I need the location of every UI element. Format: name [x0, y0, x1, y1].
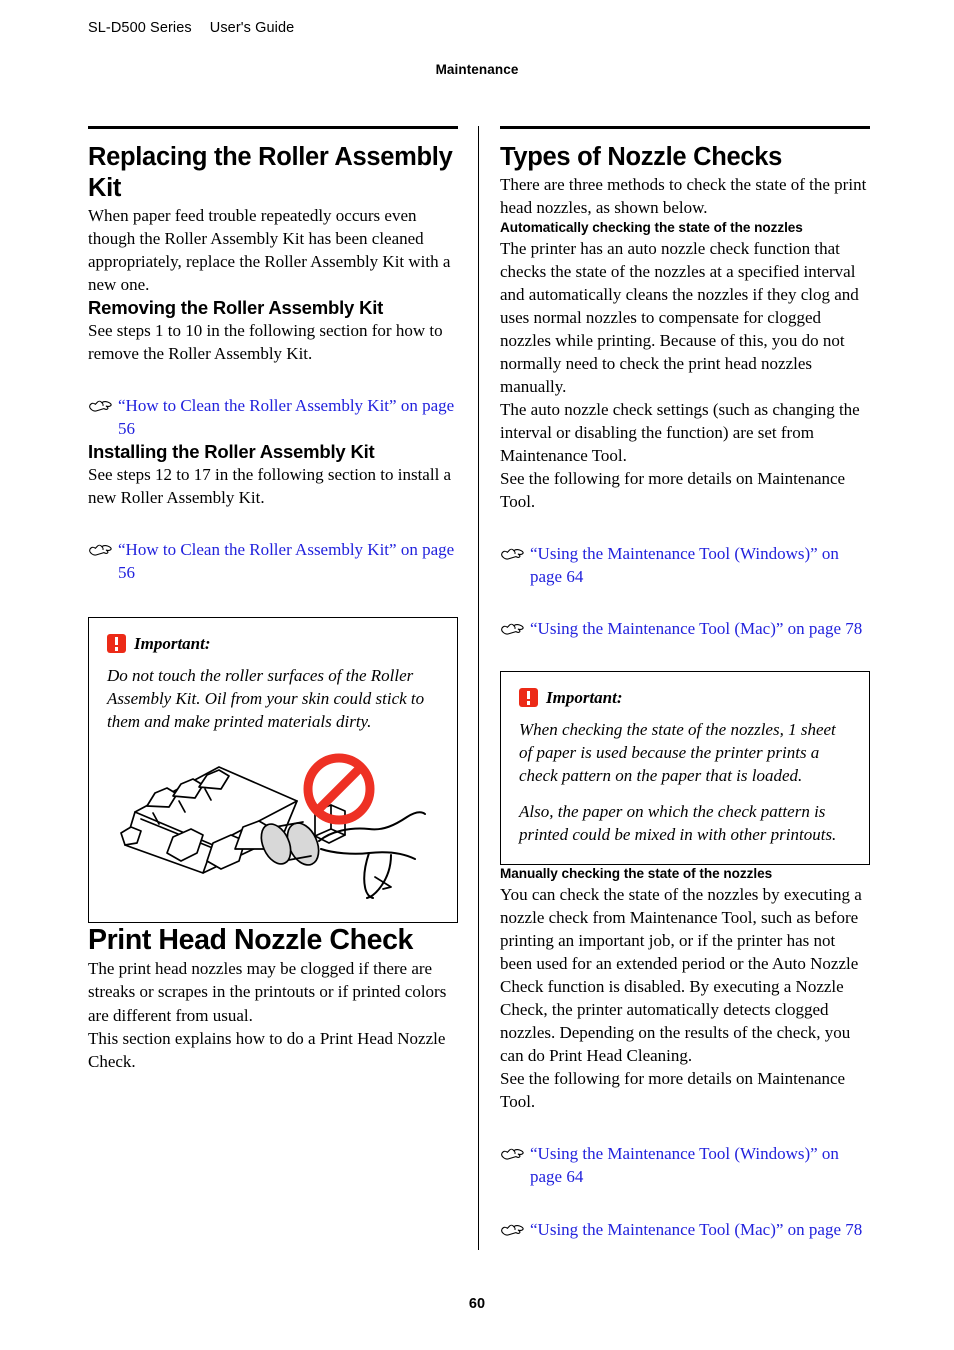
pointing-hand-icon	[500, 620, 525, 637]
guide-name: User's Guide	[209, 20, 295, 36]
important-label: Important:	[134, 633, 211, 653]
heading-print-head-nozzle-check: Print Head Nozzle Check	[88, 923, 413, 956]
heading-automatic-nozzle-check: Automatically checking the state of the …	[500, 219, 803, 235]
important-header: Important:	[107, 634, 439, 654]
xref-link-label: “Using the Maintenance Tool (Windows)” o…	[530, 543, 839, 586]
paragraph-replacing-intro: When paper feed trouble repeatedly occur…	[88, 205, 451, 294]
pointing-hand-icon	[88, 397, 113, 414]
important-paragraph: When checking the state of the nozzles, …	[519, 719, 836, 785]
heading-manual-nozzle-check: Manually checking the state of the nozzl…	[500, 866, 773, 882]
chapter-title: Maintenance	[435, 62, 519, 77]
heading-installing-roller-assembly-kit: Installing the Roller Assembly Kit	[88, 441, 375, 463]
important-paragraph: Do not touch the roller surfaces of the …	[107, 665, 425, 731]
paragraph-nozzle-check-2: This section explains how to do a Print …	[88, 1028, 446, 1071]
paragraph-nozzle-check-1: The print head nozzles may be clogged if…	[88, 959, 447, 1025]
xref-link-clean-roller-kit-1[interactable]: “How to Clean the Roller Assembly Kit” o…	[88, 395, 458, 440]
xref-link-maintenance-tool-windows-2[interactable]: “Using the Maintenance Tool (Windows)” o…	[500, 1143, 870, 1188]
paragraph-automatic-2: The auto nozzle check settings (such as …	[500, 399, 860, 465]
xref-link-label: “Using the Maintenance Tool (Windows)” o…	[530, 1144, 839, 1186]
left-column: Replacing the Roller Assembly Kit When p…	[88, 126, 458, 1246]
pointing-hand-icon	[500, 1221, 525, 1238]
running-header: SL-D500 Series User's Guide	[88, 20, 294, 36]
xref-link-maintenance-tool-mac-2[interactable]: “Using the Maintenance Tool (Mac)” on pa…	[500, 1219, 870, 1242]
xref-link-maintenance-tool-windows-1[interactable]: “Using the Maintenance Tool (Windows)” o…	[500, 543, 870, 588]
paragraph-manual-2: See the following for more details on Ma…	[500, 1069, 846, 1112]
paragraph-installing-body: See steps 12 to 17 in the following sect…	[88, 465, 452, 508]
exclamation-icon	[107, 634, 126, 654]
heading-replacing-roller-assembly-kit: Replacing the Roller Assembly Kit	[88, 126, 458, 204]
xref-link-label: “Using the Maintenance Tool (Mac)” on pa…	[530, 1219, 863, 1239]
important-paragraph: Also, the paper on which the check patte…	[519, 802, 837, 845]
heading-types-of-nozzle-checks: Types of Nozzle Checks	[500, 126, 870, 173]
xref-link-label: “How to Clean the Roller Assembly Kit” o…	[118, 540, 455, 583]
paragraph-types-intro: There are three methods to check the sta…	[500, 174, 867, 217]
xref-link-clean-roller-kit-2[interactable]: “How to Clean the Roller Assembly Kit” o…	[88, 539, 458, 584]
page-body: Replacing the Roller Assembly Kit When p…	[88, 126, 870, 1250]
right-column: Types of Nozzle Checks There are three m…	[500, 126, 870, 1246]
paragraph-automatic-3: See the following for more details on Ma…	[500, 468, 846, 511]
important-label: Important:	[546, 687, 623, 707]
heading-removing-roller-assembly-kit: Removing the Roller Assembly Kit	[88, 296, 384, 318]
exclamation-icon	[519, 688, 538, 708]
figure-do-not-touch-roller	[107, 749, 439, 904]
xref-link-label: “Using the Maintenance Tool (Mac)” on pa…	[530, 619, 863, 639]
xref-link-label: “How to Clean the Roller Assembly Kit” o…	[118, 396, 455, 438]
column-divider	[458, 126, 500, 1250]
paragraph-manual-1: You can check the state of the nozzles b…	[500, 885, 862, 1066]
pointing-hand-icon	[500, 545, 525, 562]
paragraph-removing-body: See steps 1 to 10 in the following secti…	[88, 320, 443, 363]
paragraph-automatic-1: The printer has an auto nozzle check fun…	[500, 238, 859, 396]
xref-link-maintenance-tool-mac-1[interactable]: “Using the Maintenance Tool (Mac)” on pa…	[500, 618, 870, 641]
pointing-hand-icon	[500, 1145, 525, 1162]
important-header: Important:	[519, 688, 851, 708]
important-callout-nozzle: Important: When checking the state of th…	[500, 670, 870, 866]
page-number: 60	[468, 1296, 486, 1312]
important-callout-roller: Important: Do not touch the roller surfa…	[88, 616, 458, 923]
pointing-hand-icon	[88, 541, 113, 558]
product-name: SL-D500 Series	[88, 20, 192, 36]
